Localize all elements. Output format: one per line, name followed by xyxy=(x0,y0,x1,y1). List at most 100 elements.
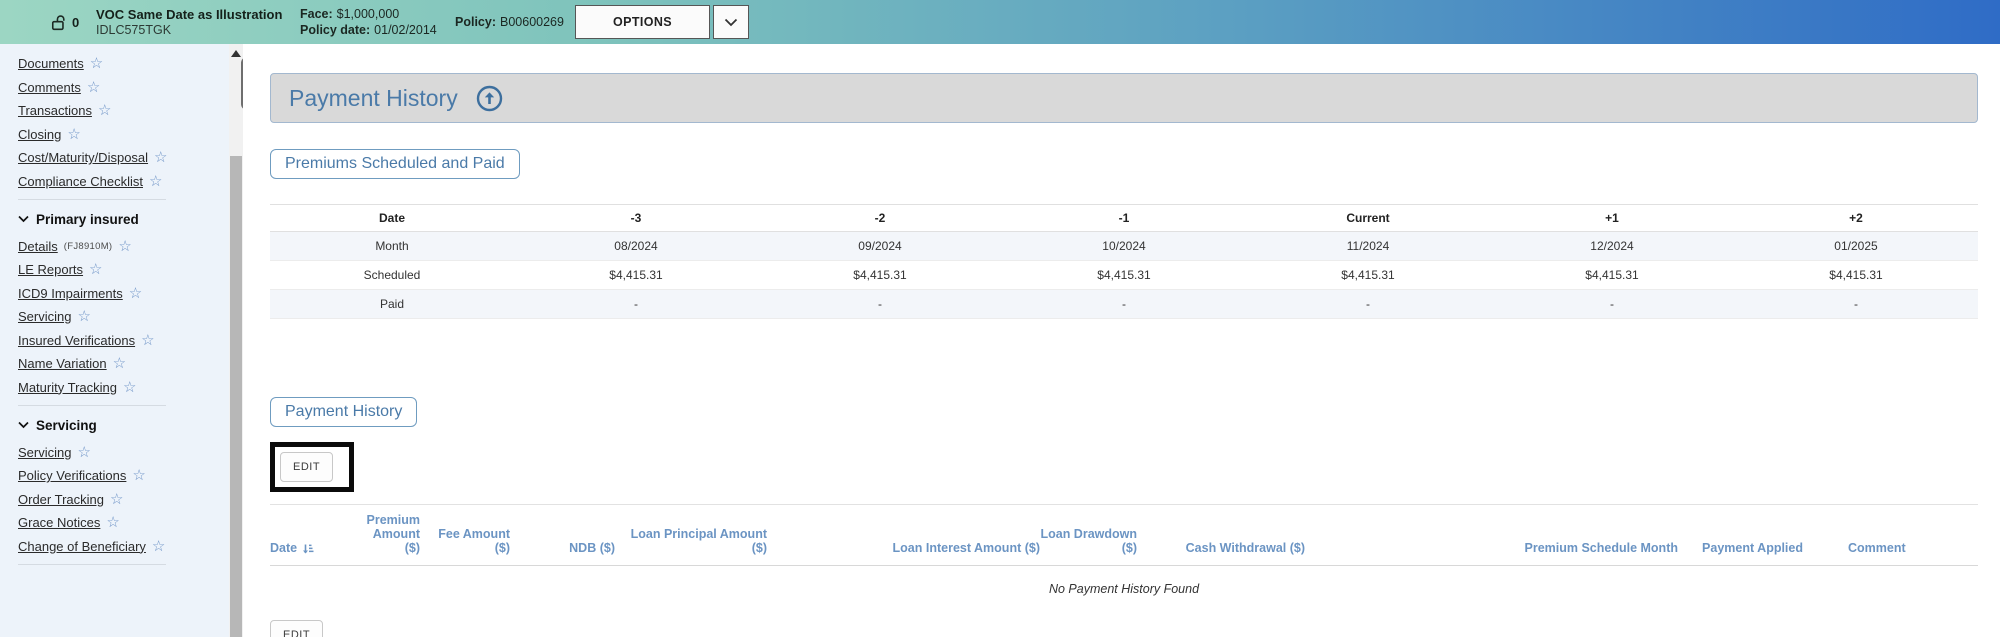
cell: $4,415.31 xyxy=(1002,261,1246,290)
unlock-icon xyxy=(50,14,67,31)
sidebar-scrollbar[interactable] xyxy=(229,44,243,637)
sidebar-link[interactable]: LE Reports xyxy=(18,262,83,277)
lock-status: 0 xyxy=(50,0,79,44)
sidebar-item-documents[interactable]: Documents ☆ xyxy=(18,56,243,71)
cell: 11/2024 xyxy=(1246,232,1490,261)
cell: 01/2025 xyxy=(1734,232,1978,261)
sidebar-link[interactable]: Comments xyxy=(18,80,81,95)
sidebar-item-policy-verifications[interactable]: Policy Verifications ☆ xyxy=(18,468,243,483)
sidebar-link[interactable]: Details xyxy=(18,239,58,254)
star-icon[interactable]: ☆ xyxy=(141,334,154,347)
sidebar-link[interactable]: ICD9 Impairments xyxy=(18,286,123,301)
sidebar-link[interactable]: Policy Verifications xyxy=(18,468,126,483)
table-header-row: Date Pr xyxy=(270,505,1978,566)
star-icon[interactable]: ☆ xyxy=(67,128,80,141)
options-dropdown-button[interactable] xyxy=(713,5,749,39)
column-header[interactable]: Loan Interest Amount ($) xyxy=(767,505,1040,566)
sidebar-item-compliance-checklist[interactable]: Compliance Checklist ☆ xyxy=(18,174,243,189)
sidebar-link[interactable]: Closing xyxy=(18,127,61,142)
sidebar-item-le-reports[interactable]: LE Reports ☆ xyxy=(18,262,243,277)
star-icon[interactable]: ☆ xyxy=(149,175,162,188)
star-icon[interactable]: ☆ xyxy=(77,446,90,459)
column-header[interactable]: Payment Applied xyxy=(1678,505,1803,566)
column-header[interactable]: Cash Withdrawal ($) xyxy=(1137,505,1305,566)
sidebar-link[interactable]: Servicing xyxy=(18,445,71,460)
sidebar-link[interactable]: Compliance Checklist xyxy=(18,174,143,189)
policy-date-label: Policy date: xyxy=(300,23,370,37)
column-header: -2 xyxy=(758,205,1002,232)
sort-icon xyxy=(302,543,314,555)
column-header: -3 xyxy=(514,205,758,232)
scrollbar-up-arrow-icon[interactable] xyxy=(231,50,241,57)
sidebar-item-comments[interactable]: Comments ☆ xyxy=(18,80,243,95)
payment-history-chip[interactable]: Payment History xyxy=(270,397,417,427)
star-icon[interactable]: ☆ xyxy=(113,357,126,370)
table-row-paid: Paid - - - - - - xyxy=(270,290,1978,319)
cell: 12/2024 xyxy=(1490,232,1734,261)
star-icon[interactable]: ☆ xyxy=(152,540,165,553)
cell: - xyxy=(1002,290,1246,319)
sidebar-link[interactable]: Transactions xyxy=(18,103,92,118)
chevron-down-icon xyxy=(18,421,29,429)
face-block: Face:$1,000,000 Policy date:01/02/2014 xyxy=(300,0,437,44)
sidebar-link[interactable]: Documents xyxy=(18,56,84,71)
policy-title-block: VOC Same Date as Illustration IDLC575TGK xyxy=(96,0,282,44)
table-header-row: Date -3 -2 -1 Current +1 +2 xyxy=(270,205,1978,232)
cell: - xyxy=(514,290,758,319)
sidebar-link[interactable]: Servicing xyxy=(18,309,71,324)
sidebar-link[interactable]: Maturity Tracking xyxy=(18,380,117,395)
options-button[interactable]: OPTIONS xyxy=(575,5,710,39)
sidebar-link[interactable]: Name Variation xyxy=(18,356,107,371)
sidebar-section-servicing[interactable]: Servicing xyxy=(18,418,243,433)
sidebar-item-servicing[interactable]: Servicing ☆ xyxy=(18,445,243,460)
column-header: -1 xyxy=(1002,205,1246,232)
sidebar-link[interactable]: Insured Verifications xyxy=(18,333,135,348)
upload-icon[interactable] xyxy=(476,85,503,112)
column-header[interactable]: Premium Schedule Month xyxy=(1305,505,1678,566)
sidebar-item-order-tracking[interactable]: Order Tracking ☆ xyxy=(18,492,243,507)
sidebar-item-transactions[interactable]: Transactions ☆ xyxy=(18,103,243,118)
column-header[interactable]: Loan Principal Amount ($) xyxy=(615,505,767,566)
sidebar-item-grace-notices[interactable]: Grace Notices ☆ xyxy=(18,515,243,530)
column-header[interactable]: NDB ($) xyxy=(510,505,615,566)
sidebar-item-maturity-tracking[interactable]: Maturity Tracking ☆ xyxy=(18,380,243,395)
star-icon[interactable]: ☆ xyxy=(89,263,102,276)
star-icon[interactable]: ☆ xyxy=(123,381,136,394)
scrollbar-thumb[interactable] xyxy=(230,156,242,637)
premiums-scheduled-table: Date -3 -2 -1 Current +1 +2 Month 08/202… xyxy=(270,204,1978,319)
column-header[interactable]: Fee Amount ($) xyxy=(420,505,510,566)
sidebar-item-change-of-beneficiary[interactable]: Change of Beneficiary ☆ xyxy=(18,539,243,554)
column-header[interactable]: Loan Drawdown ($) xyxy=(1040,505,1137,566)
sidebar-item-servicing-insured[interactable]: Servicing ☆ xyxy=(18,309,243,324)
star-icon[interactable]: ☆ xyxy=(129,287,142,300)
star-icon[interactable]: ☆ xyxy=(98,104,111,117)
star-icon[interactable]: ☆ xyxy=(77,310,90,323)
star-icon[interactable]: ☆ xyxy=(106,516,119,529)
column-header[interactable]: Comment xyxy=(1803,505,1978,566)
sidebar-link[interactable]: Grace Notices xyxy=(18,515,100,530)
star-icon[interactable]: ☆ xyxy=(132,469,145,482)
star-icon[interactable]: ☆ xyxy=(154,151,167,164)
premiums-scheduled-chip[interactable]: Premiums Scheduled and Paid xyxy=(270,149,520,179)
star-icon[interactable]: ☆ xyxy=(118,240,131,253)
sidebar-item-insured-verifications[interactable]: Insured Verifications ☆ xyxy=(18,333,243,348)
star-icon[interactable]: ☆ xyxy=(90,57,103,70)
column-header: Current xyxy=(1246,205,1490,232)
sidebar-item-closing[interactable]: Closing ☆ xyxy=(18,127,243,142)
section-title: Primary insured xyxy=(36,212,139,227)
sidebar-link[interactable]: Order Tracking xyxy=(18,492,104,507)
sidebar-link[interactable]: Change of Beneficiary xyxy=(18,539,146,554)
edit-button-top[interactable]: EDIT xyxy=(280,452,333,482)
sidebar-item-cost-maturity-disposal[interactable]: Cost/Maturity/Disposal ☆ xyxy=(18,150,243,165)
table-row-month: Month 08/2024 09/2024 10/2024 11/2024 12… xyxy=(270,232,1978,261)
column-header-date[interactable]: Date xyxy=(270,505,360,566)
column-header[interactable]: Premium Amount ($) xyxy=(360,505,420,566)
star-icon[interactable]: ☆ xyxy=(87,81,100,94)
sidebar-section-primary-insured[interactable]: Primary insured xyxy=(18,212,243,227)
sidebar-item-icd9-impairments[interactable]: ICD9 Impairments ☆ xyxy=(18,286,243,301)
edit-button-bottom[interactable]: EDIT xyxy=(270,620,323,637)
sidebar-link[interactable]: Cost/Maturity/Disposal xyxy=(18,150,148,165)
sidebar-item-name-variation[interactable]: Name Variation ☆ xyxy=(18,356,243,371)
sidebar-item-details[interactable]: Details(FJ8910M)☆ xyxy=(18,239,243,254)
star-icon[interactable]: ☆ xyxy=(110,493,123,506)
